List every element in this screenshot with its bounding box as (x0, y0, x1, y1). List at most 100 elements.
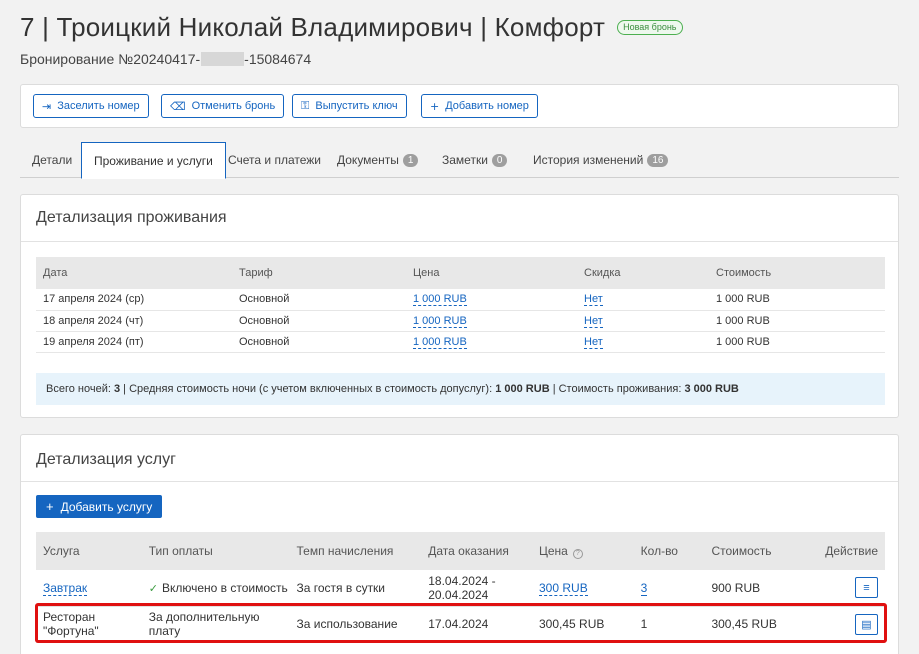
tabs-bar: Детали Проживание и услуги Счета и плате… (20, 142, 899, 179)
nights-value: 3 (113, 383, 121, 395)
cell-discount: Нет (577, 310, 709, 332)
divider (21, 481, 898, 482)
cell-tariff: Основной (232, 331, 406, 353)
tab-details[interactable]: Детали (32, 142, 72, 178)
date-start: 18.04.2024 - (428, 573, 496, 588)
cell-cost: 1 000 RUB (709, 310, 885, 332)
stay-table: Дата Тариф Цена Скидка Стоимость 17 апре… (36, 257, 885, 353)
add-room-button[interactable]: + Добавить номер (421, 94, 538, 118)
tab-history-label: История изменений (533, 153, 644, 167)
cell-price: 300 RUB (532, 570, 634, 607)
col-action: Действие (818, 532, 885, 570)
cell-cost: 1 000 RUB (709, 289, 885, 311)
cell-date: 19 апреля 2024 (пт) (36, 331, 232, 353)
tab-invoices[interactable]: Счета и платежи (228, 142, 321, 178)
checkin-button[interactable]: ⇥ Заселить номер (33, 94, 149, 118)
price-link[interactable]: 1 000 RUB (413, 293, 467, 307)
table-header-row: Дата Тариф Цена Скидка Стоимость (36, 257, 885, 289)
login-icon: ⇥ (42, 99, 52, 113)
col-date: Дата оказания (421, 532, 532, 570)
cell-date: 17 апреля 2024 (ср) (36, 289, 232, 311)
add-service-label: Добавить услугу (60, 499, 153, 514)
tab-notes[interactable]: Заметки 0 (442, 142, 508, 178)
col-price-label: Цена (539, 543, 568, 558)
col-payment-type: Тип оплаты (141, 532, 290, 570)
total-value: 3 000 RUB (684, 383, 739, 395)
menu-icon: ≡ (863, 581, 870, 594)
col-price: Цена? (532, 532, 634, 570)
col-discount: Скидка (577, 257, 709, 289)
date-end: 20.04.2024 (428, 587, 489, 602)
col-cost: Стоимость (704, 532, 819, 570)
col-cost: Стоимость (709, 257, 885, 289)
backspace-icon: ⌫ (170, 99, 186, 113)
discount-link[interactable]: Нет (584, 335, 603, 349)
stay-details-card: Детализация проживания Дата Тариф Цена С… (20, 194, 899, 418)
cell-action: ≡ (818, 570, 885, 607)
col-rate: Темп начисления (289, 532, 422, 570)
discount-link[interactable]: Нет (584, 293, 603, 307)
plus-icon: + (46, 499, 54, 514)
qty-link[interactable]: 3 (640, 580, 648, 596)
page-header: 7 | Троицкий Николай Владимирович | Комф… (20, 12, 683, 67)
price-link[interactable]: 300 RUB (539, 580, 588, 596)
col-tariff: Тариф (232, 257, 406, 289)
cancel-booking-label: Отменить бронь (191, 100, 276, 112)
col-qty: Кол-во (633, 532, 705, 570)
total-label: | Стоимость проживания: (552, 383, 682, 395)
price-link[interactable]: 1 000 RUB (413, 314, 467, 328)
tab-notes-label: Заметки (442, 153, 488, 167)
price-link[interactable]: 1 000 RUB (413, 335, 467, 349)
menu-button[interactable]: ≡ (855, 577, 878, 599)
help-icon[interactable]: ? (572, 548, 583, 559)
cancel-booking-button[interactable]: ⌫ Отменить бронь (161, 94, 285, 118)
issue-key-label: Выпустить ключ (315, 100, 398, 112)
booking-number: Бронирование №20240417- -15084674 (20, 51, 683, 67)
table-header-row: Услуга Тип оплаты Темп начисления Дата о… (36, 532, 885, 570)
table-row: 19 апреля 2024 (пт) Основной 1 000 RUB Н… (36, 331, 885, 353)
cell-price: 1 000 RUB (406, 289, 577, 311)
highlight-box (35, 603, 887, 643)
issue-key-button[interactable]: ⚿ Выпустить ключ (292, 94, 407, 118)
col-price: Цена (406, 257, 577, 289)
check-circle-icon: ✓ (148, 581, 158, 595)
cell-price: 1 000 RUB (406, 310, 577, 332)
page-title: 7 | Троицкий Николай Владимирович | Комф… (20, 12, 606, 42)
tab-history[interactable]: История изменений 16 (533, 142, 669, 178)
tab-history-count: 16 (647, 153, 669, 167)
nights-label: Всего ночей: (46, 383, 111, 395)
tab-details-label: Детали (32, 153, 73, 167)
cell-cost: 900 RUB (704, 570, 819, 607)
cell-cost: 1 000 RUB (709, 331, 885, 353)
payment-type-label: Включено в стоимость (161, 580, 288, 595)
booking-number-prefix: Бронирование №20240417- (20, 51, 201, 67)
tab-stay-services-label: Проживание и услуги (94, 153, 213, 168)
col-service: Услуга (36, 532, 142, 570)
key-icon: ⚿ (301, 99, 310, 112)
cell-date: 18 апреля 2024 (чт) (36, 310, 232, 332)
redacted-block (201, 52, 245, 66)
divider (21, 241, 898, 242)
actions-panel: ⇥ Заселить номер ⌫ Отменить бронь ⚿ Выпусти… (20, 84, 899, 128)
checkin-label: Заселить номер (57, 100, 140, 112)
cell-discount: Нет (577, 289, 709, 311)
table-row: 17 апреля 2024 (ср) Основной 1 000 RUB Н… (36, 289, 885, 311)
stay-summary: Всего ночей: 3 | Средняя стоимость ночи … (36, 373, 885, 405)
discount-link[interactable]: Нет (584, 314, 603, 328)
plus-icon: + (430, 99, 440, 113)
cell-rate: За гостя в сутки (289, 570, 422, 607)
add-room-label: Добавить номер (445, 100, 529, 112)
cell-qty: 3 (633, 570, 705, 607)
cell-service: Завтрак (36, 570, 142, 607)
tab-stay-services[interactable]: Проживание и услуги (81, 142, 226, 179)
cell-payment-type: ✓ Включено в стоимость (141, 570, 290, 607)
status-badge: Новая бронь (617, 20, 683, 35)
add-service-button[interactable]: + Добавить услугу (36, 495, 163, 518)
tab-documents-count: 1 (402, 153, 419, 167)
tab-documents-label: Документы (337, 153, 399, 167)
cell-tariff: Основной (232, 289, 406, 311)
tab-documents[interactable]: Документы 1 (337, 142, 419, 178)
tab-notes-count: 0 (491, 153, 508, 167)
cell-tariff: Основной (232, 310, 406, 332)
service-link[interactable]: Завтрак (43, 580, 88, 596)
